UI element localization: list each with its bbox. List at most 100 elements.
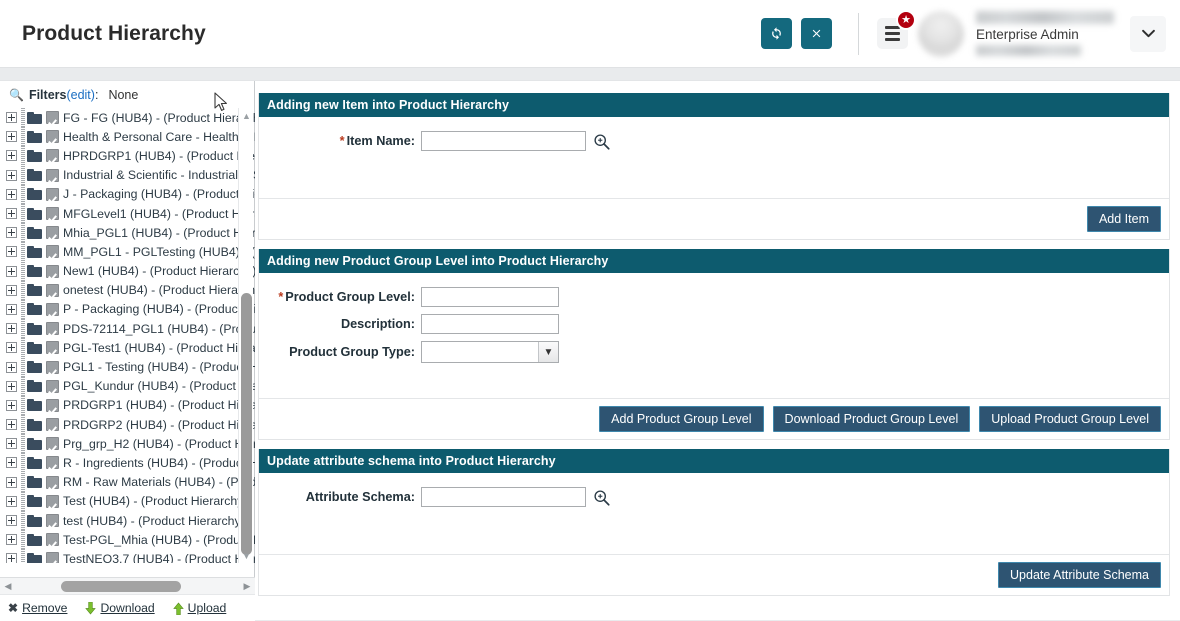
close-button[interactable] [801, 18, 832, 49]
tree-row[interactable]: PDS-72114_PGL1 (HUB4) - (Product H [0, 319, 255, 339]
expand-plus-icon[interactable] [6, 188, 17, 200]
tree-row[interactable]: New1 (HUB4) - (Product Hierarchy) [0, 261, 255, 281]
scroll-right-arrow-icon[interactable]: ▶ [239, 581, 255, 592]
tree-row[interactable]: test (HUB4) - (Product Hierarchy) [0, 511, 255, 531]
tree-item-checkbox[interactable] [46, 552, 59, 563]
add-product-group-level-button[interactable]: Add Product Group Level [599, 406, 764, 432]
tree-item-checkbox[interactable] [46, 379, 59, 393]
expand-plus-icon[interactable] [6, 246, 17, 258]
expand-plus-icon[interactable] [6, 419, 17, 431]
horizontal-scroll-thumb[interactable] [61, 580, 181, 592]
user-menu-toggle[interactable] [1130, 15, 1166, 52]
tree-item-checkbox[interactable] [46, 302, 59, 316]
vertical-scroll-thumb[interactable] [241, 293, 252, 555]
tree-row[interactable]: PGL1 - Testing (HUB4) - (Product Hier [0, 357, 255, 377]
expand-plus-icon[interactable] [6, 227, 17, 239]
expand-plus-icon[interactable] [6, 131, 17, 143]
tree-row[interactable]: PGL-Test1 (HUB4) - (Product Hierarch [0, 338, 255, 358]
tree-item-checkbox[interactable] [46, 264, 59, 278]
tree-row[interactable]: P - Packaging (HUB4) - (Product Hiera [0, 299, 255, 319]
tree-row[interactable]: Prg_grp_H2 (HUB4) - (Product Hierarc [0, 434, 255, 454]
expand-plus-icon[interactable] [6, 284, 17, 296]
download-product-group-level-button[interactable]: Download Product Group Level [772, 406, 971, 432]
scroll-down-arrow-icon[interactable]: ▼ [239, 548, 254, 563]
tree-horizontal-scrollbar[interactable]: ◀ ▶ [0, 577, 255, 594]
tree-item-checkbox[interactable] [46, 456, 59, 470]
tree-row[interactable]: PRDGRP1 (HUB4) - (Product Hierarch [0, 395, 255, 415]
expand-plus-icon[interactable] [6, 169, 17, 181]
tree-vertical-scrollbar[interactable]: ▲ ▼ [238, 108, 253, 563]
expand-plus-icon[interactable] [6, 342, 17, 354]
product-group-type-select[interactable]: ▼ [421, 341, 559, 363]
horizontal-scroll-track[interactable] [16, 578, 239, 595]
tree-row[interactable]: TestNEO3.7 (HUB4) - (Product Hierarc [0, 549, 255, 563]
expand-plus-icon[interactable] [6, 534, 17, 546]
tree-item-checkbox[interactable] [46, 283, 59, 297]
tree-item-checkbox[interactable] [46, 149, 59, 163]
attribute-schema-lookup-button[interactable] [593, 489, 610, 506]
tree-item-checkbox[interactable] [46, 226, 59, 240]
scroll-up-arrow-icon[interactable]: ▲ [239, 108, 254, 123]
tree-row[interactable]: MFGLevel1 (HUB4) - (Product Hierarc [0, 204, 255, 224]
expand-plus-icon[interactable] [6, 515, 17, 527]
expand-plus-icon[interactable] [6, 399, 17, 411]
tree-item-checkbox[interactable] [46, 111, 59, 125]
expand-plus-icon[interactable] [6, 438, 17, 450]
expand-plus-icon[interactable] [6, 208, 17, 220]
tree-row[interactable]: Mhia_PGL1 (HUB4) - (Product Hierarc [0, 223, 255, 243]
tree-item-checkbox[interactable] [46, 475, 59, 489]
tree-item-checkbox[interactable] [46, 187, 59, 201]
tree-row[interactable]: R - Ingredients (HUB4) - (Product Hier [0, 453, 255, 473]
item-name-input[interactable] [421, 131, 586, 151]
tree-row[interactable]: J - Packaging (HUB4) - (Product Hierar [0, 184, 255, 204]
tree-row[interactable]: Test (HUB4) - (Product Hierarchy) [0, 491, 255, 511]
expand-plus-icon[interactable] [6, 323, 17, 335]
expand-plus-icon[interactable] [6, 457, 17, 469]
tree-row[interactable]: HPRDGRP1 (HUB4) - (Product Hierarc [0, 146, 255, 166]
tree-row[interactable]: RM - Raw Materials (HUB4) - (Produc [0, 472, 255, 492]
update-attribute-schema-button[interactable]: Update Attribute Schema [998, 562, 1161, 588]
description-input[interactable] [421, 314, 559, 334]
upload-action[interactable]: Upload [172, 601, 226, 615]
chevron-down-icon[interactable]: ▼ [538, 342, 558, 362]
expand-plus-icon[interactable] [6, 476, 17, 488]
tree-item-checkbox[interactable] [46, 494, 59, 508]
scroll-left-arrow-icon[interactable]: ◀ [0, 581, 16, 592]
tree-item-checkbox[interactable] [46, 418, 59, 432]
tree-item-checkbox[interactable] [46, 207, 59, 221]
attribute-schema-input[interactable] [421, 487, 586, 507]
tree-scroll-region[interactable]: FG - FG (HUB4) - (Product Hierarchy) Heal… [0, 108, 255, 563]
tree-row[interactable]: Industrial & Scientific - Industrial & S… [0, 165, 255, 185]
tree-item-checkbox[interactable] [46, 533, 59, 547]
tree-row[interactable]: Test-PGL_Mhia (HUB4) - (Product Hie [0, 530, 255, 550]
item-name-lookup-button[interactable] [593, 133, 610, 150]
tree-row[interactable]: Health & Personal Care - Health & Pe [0, 127, 255, 147]
product-group-level-input[interactable] [421, 287, 559, 307]
tree-row[interactable]: onetest (HUB4) - (Product Hierarchy) [0, 280, 255, 300]
expand-plus-icon[interactable] [6, 112, 17, 124]
expand-plus-icon[interactable] [6, 303, 17, 315]
tree-item-checkbox[interactable] [46, 341, 59, 355]
tree-item-checkbox[interactable] [46, 130, 59, 144]
remove-action[interactable]: ✖ Remove [8, 601, 67, 615]
download-action[interactable]: Download [85, 601, 155, 615]
upload-product-group-level-button[interactable]: Upload Product Group Level [979, 406, 1161, 432]
expand-plus-icon[interactable] [6, 361, 17, 373]
add-item-button[interactable]: Add Item [1086, 206, 1161, 232]
tree-row[interactable]: PRDGRP2 (HUB4) - (Product Hierarch [0, 415, 255, 435]
tree-item-checkbox[interactable] [46, 514, 59, 528]
tree-item-checkbox[interactable] [46, 168, 59, 182]
tree-item-checkbox[interactable] [46, 360, 59, 374]
expand-plus-icon[interactable] [6, 553, 17, 563]
tree-item-checkbox[interactable] [46, 398, 59, 412]
refresh-button[interactable] [761, 18, 792, 49]
expand-plus-icon[interactable] [6, 265, 17, 277]
tree-item-checkbox[interactable] [46, 322, 59, 336]
tree-item-checkbox[interactable] [46, 437, 59, 451]
notifications-menu[interactable]: ★ [877, 10, 916, 49]
expand-plus-icon[interactable] [6, 380, 17, 392]
tree-item-checkbox[interactable] [46, 245, 59, 259]
tree-row[interactable]: PGL_Kundur (HUB4) - (Product Hierar [0, 376, 255, 396]
tree-row[interactable]: MM_PGL1 - PGLTesting (HUB4) - (Pro [0, 242, 255, 262]
filters-edit-link[interactable]: (edit) [66, 88, 94, 102]
